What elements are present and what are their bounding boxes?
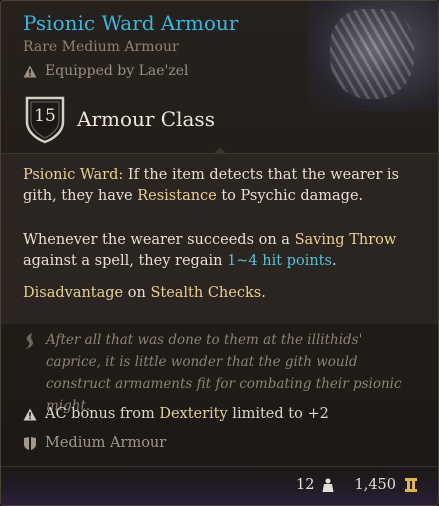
item-name: Psionic Ward Armour (23, 11, 239, 35)
weight-value: 12 (296, 477, 315, 493)
psionic-ward-paragraph: Psionic Ward: If the item detects that t… (23, 167, 399, 204)
stealth-paragraph: Disadvantage on Stealth Checks. (23, 285, 266, 301)
armour-class-label: Armour Class (77, 107, 215, 131)
ac-bonus-note: AC bonus from Dexterity limited to +2 (23, 406, 329, 422)
weight-icon (322, 478, 334, 492)
item-tooltip: Psionic Ward Armour Rare Medium Armour E… (0, 0, 439, 506)
lore-quill-icon (25, 333, 34, 349)
equipped-status: Equipped by Lae'zel (23, 63, 189, 79)
proficiency-text: Medium Armour (45, 435, 167, 451)
lore-text: After all that was done to them at the i… (46, 332, 402, 414)
dexterity-link[interactable]: Dexterity (159, 406, 227, 422)
warning-icon (23, 65, 37, 77)
armour-icon (24, 436, 36, 450)
saving-throw-link[interactable]: Saving Throw (295, 232, 397, 248)
passive-name: Psionic Ward: (23, 167, 124, 183)
equipped-text: Equipped by Lae'zel (45, 63, 189, 79)
item-artwork (308, 1, 438, 111)
proficiency-note: Medium Armour (23, 435, 166, 451)
weight-price-row: 12 1,450 (296, 477, 418, 493)
resistance-link[interactable]: Resistance (137, 188, 217, 204)
tooltip-header: Psionic Ward Armour Rare Medium Armour E… (1, 1, 438, 153)
lore-section: After all that was done to them at the i… (1, 324, 438, 414)
disadvantage-link[interactable]: Disadvantage (23, 285, 123, 301)
shield-icon: 15 (23, 94, 67, 144)
hit-points-value: 1~4 hit points (227, 253, 332, 269)
price-value: 1,450 (354, 477, 396, 493)
stealth-checks-link[interactable]: Stealth Checks (150, 285, 261, 301)
item-rarity-type: Rare Medium Armour (23, 39, 179, 55)
armour-class-row: 15 Armour Class (23, 94, 215, 144)
gold-icon (405, 478, 417, 492)
tooltip-footer: 12 1,450 (1, 466, 438, 505)
armour-class-value: 15 (34, 106, 56, 126)
warning-icon (23, 408, 37, 420)
saving-throw-paragraph: Whenever the wearer succeeds on a Saving… (23, 232, 397, 269)
description-section: Psionic Ward: If the item detects that t… (1, 154, 438, 324)
ac-bonus-text: AC bonus from Dexterity limited to +2 (45, 406, 329, 422)
